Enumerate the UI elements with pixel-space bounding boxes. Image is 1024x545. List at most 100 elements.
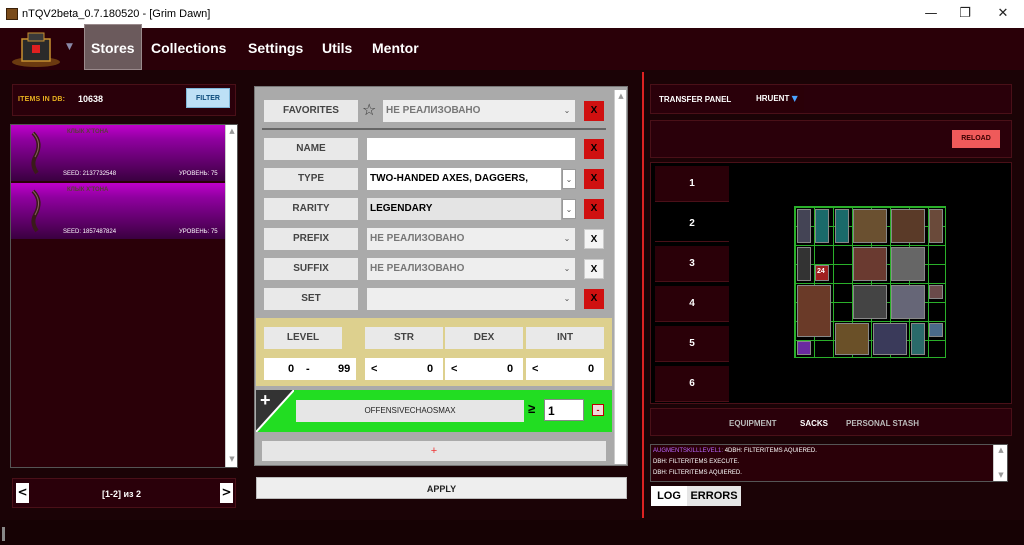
prev-page-button[interactable]: <: [16, 483, 29, 503]
stat-value-input[interactable]: 1: [544, 399, 584, 421]
prefix-clear-button[interactable]: X: [584, 229, 604, 249]
menu-mentor[interactable]: Mentor: [366, 34, 425, 70]
suffix-clear-button[interactable]: X: [584, 259, 604, 279]
remove-stat-button[interactable]: -: [592, 404, 604, 416]
inventory-item[interactable]: [911, 323, 925, 355]
inventory-item[interactable]: [853, 209, 887, 243]
inventory-item[interactable]: [891, 209, 925, 243]
star-icon[interactable]: ☆: [362, 100, 376, 119]
view-tabs: [650, 408, 1012, 436]
rarity-select[interactable]: LEGENDARY: [367, 198, 561, 220]
tab-personal-stash[interactable]: PERSONAL STASH: [846, 419, 919, 428]
window-title: nTQV2beta_0.7.180520 - [Grim Dawn]: [22, 8, 211, 20]
int-input[interactable]: < 0: [526, 358, 604, 380]
item-seed: SEED: 2137732548: [63, 171, 117, 177]
inventory-item[interactable]: [853, 285, 887, 319]
minimize-button[interactable]: —: [916, 4, 946, 24]
log-line-text: DBH: FILTERITEMS AQUIERED.: [653, 470, 742, 476]
prefix-select[interactable]: НЕ РЕАЛИЗОВАНО: [367, 228, 575, 250]
inventory-item[interactable]: [929, 285, 943, 299]
favorites-clear-button[interactable]: X: [584, 101, 604, 121]
filter-button[interactable]: FILTER: [186, 88, 230, 108]
sack-tab-3[interactable]: 3: [655, 246, 729, 282]
sack-tab-1[interactable]: 1: [655, 166, 729, 202]
logo-icon[interactable]: [10, 29, 62, 69]
inventory-item[interactable]: [797, 285, 831, 337]
dex-input[interactable]: < 0: [445, 358, 523, 380]
tab-log[interactable]: LOG: [651, 486, 687, 506]
sack-tab-2[interactable]: 2: [655, 206, 729, 242]
inventory-item[interactable]: [873, 323, 907, 355]
sack-tab-4[interactable]: 4: [655, 286, 729, 322]
scroll-up-icon[interactable]: ▲: [994, 446, 1008, 454]
chevron-down-icon[interactable]: ⌄: [562, 169, 576, 189]
inventory-item[interactable]: [853, 247, 887, 281]
suffix-label: SUFFIX: [264, 258, 358, 280]
filter-scrollbar[interactable]: ▲: [614, 90, 626, 464]
tab-errors[interactable]: ERRORS: [687, 486, 741, 506]
apply-button[interactable]: APPLY: [256, 477, 627, 499]
log-scrollbar[interactable]: ▲ ▼: [993, 445, 1007, 481]
inventory-item[interactable]: [797, 209, 811, 243]
set-select[interactable]: [367, 288, 575, 310]
inventory-item[interactable]: 24: [815, 265, 829, 281]
sack-tab-6[interactable]: 6: [655, 366, 729, 402]
inventory-item[interactable]: [815, 209, 829, 243]
item-list[interactable]: КЛЫК Х'ТОНА SEED: 2137732548 УРОВЕНЬ: 75…: [10, 124, 238, 468]
name-input[interactable]: [367, 138, 575, 160]
rarity-label: RARITY: [264, 198, 358, 220]
inventory-item[interactable]: [891, 247, 925, 281]
menu-utils[interactable]: Utils: [316, 34, 358, 70]
inventory-item[interactable]: [797, 341, 811, 355]
maximize-button[interactable]: ❐: [950, 4, 980, 24]
inventory-grid[interactable]: 24: [794, 206, 946, 358]
tab-sacks[interactable]: SACKS: [800, 419, 828, 428]
item-list-scrollbar[interactable]: ▲ ▼: [225, 125, 237, 467]
menu-collections[interactable]: Collections: [145, 34, 232, 70]
tab-equipment[interactable]: EQUIPMENT: [729, 419, 777, 428]
panel-divider: [642, 72, 644, 518]
inventory-item[interactable]: [797, 247, 811, 281]
rarity-clear-button[interactable]: X: [584, 199, 604, 219]
scroll-up-icon[interactable]: ▲: [615, 92, 627, 100]
close-button[interactable]: ✕: [988, 4, 1018, 24]
level-to[interactable]: 99: [338, 358, 350, 380]
add-stat-plus[interactable]: +: [260, 390, 271, 411]
int-op: <: [532, 363, 539, 375]
inventory-item[interactable]: [891, 285, 925, 319]
type-clear-button[interactable]: X: [584, 169, 604, 189]
character-select[interactable]: HRUENT ▼: [750, 86, 804, 112]
add-stat-button[interactable]: +: [262, 441, 606, 461]
type-select[interactable]: TWO-HANDED AXES, DAGGERS,: [367, 168, 561, 190]
reload-button[interactable]: RELOAD: [952, 130, 1000, 148]
inventory-item[interactable]: [835, 323, 869, 355]
next-page-button[interactable]: >: [220, 483, 233, 503]
list-item[interactable]: КЛЫК Х'ТОНА SEED: 1857487824 УРОВЕНЬ: 75: [11, 183, 225, 239]
inventory-item[interactable]: [835, 209, 849, 243]
menu-settings[interactable]: Settings: [242, 34, 309, 70]
chevron-down-icon[interactable]: ▼: [66, 42, 73, 52]
favorites-select[interactable]: НЕ РЕАЛИЗОВАНО: [383, 100, 575, 122]
int-value[interactable]: 0: [588, 358, 594, 380]
stat-name-select[interactable]: OFFENSIVECHAOSMAX: [296, 400, 524, 422]
level-range[interactable]: 0 - 99: [264, 358, 356, 380]
sack-tab-5[interactable]: 5: [655, 326, 729, 362]
suffix-select[interactable]: НЕ РЕАЛИЗОВАНО: [367, 258, 575, 280]
set-clear-button[interactable]: X: [584, 289, 604, 309]
inventory-item[interactable]: [929, 209, 943, 243]
str-value[interactable]: 0: [427, 358, 433, 380]
scroll-down-icon[interactable]: ▼: [994, 471, 1008, 479]
item-name: КЛЫК Х'ТОНА: [67, 129, 109, 135]
dex-value[interactable]: 0: [507, 358, 513, 380]
list-item[interactable]: КЛЫК Х'ТОНА SEED: 2137732548 УРОВЕНЬ: 75: [11, 125, 225, 181]
scroll-up-icon[interactable]: ▲: [226, 127, 238, 135]
chevron-down-icon[interactable]: ⌄: [562, 199, 576, 219]
name-clear-button[interactable]: X: [584, 139, 604, 159]
inventory-item[interactable]: [929, 323, 943, 337]
dex-label: DEX: [445, 327, 523, 349]
scroll-down-icon[interactable]: ▼: [226, 455, 238, 463]
menu-stores[interactable]: Stores: [84, 24, 142, 70]
resize-grip: [2, 527, 5, 541]
str-input[interactable]: < 0: [365, 358, 443, 380]
level-from[interactable]: 0: [288, 358, 294, 380]
